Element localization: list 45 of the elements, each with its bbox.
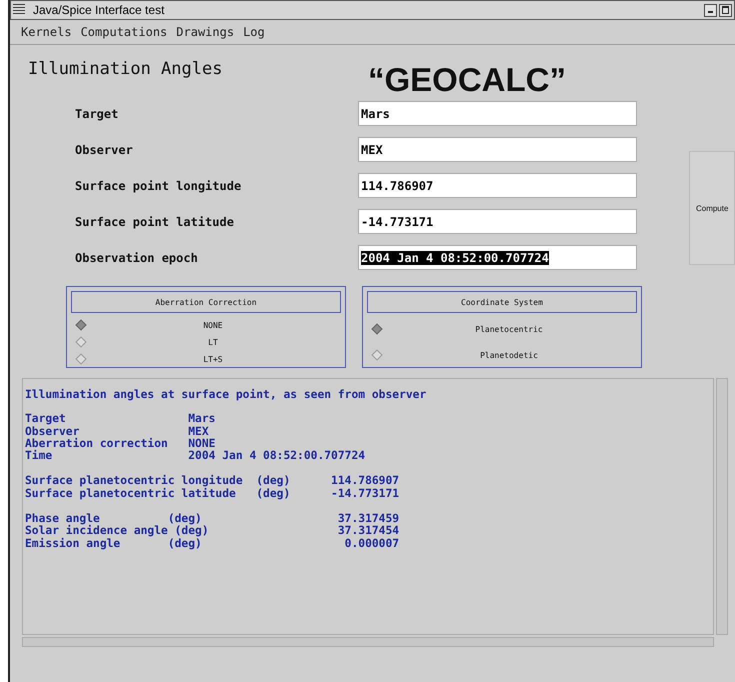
panel-heading: Illumination Angles bbox=[28, 59, 224, 79]
input-field[interactable]: MEX bbox=[358, 137, 637, 162]
vertical-scrollbar[interactable] bbox=[716, 378, 728, 635]
output-line: Observer MEX bbox=[25, 426, 210, 438]
radio-label: NONE bbox=[202, 320, 224, 330]
output-line: Emission angle (deg) 0.000007 bbox=[25, 538, 400, 550]
output-line: Illumination angles at surface point, as seen from observer bbox=[25, 389, 428, 402]
radio-label: Planetodetic bbox=[479, 350, 539, 360]
input-field[interactable]: 114.786907 bbox=[358, 173, 637, 198]
field-label: Surface point latitude bbox=[75, 214, 235, 228]
output-line: Aberration correction NONE bbox=[25, 438, 216, 450]
menu-item[interactable]: Kernels bbox=[21, 25, 72, 39]
radio-label: Planetocentric bbox=[474, 324, 544, 334]
radio-button[interactable] bbox=[371, 349, 383, 361]
radio-button[interactable] bbox=[75, 336, 87, 348]
radio-label: LT+S bbox=[202, 354, 224, 364]
radio-button[interactable] bbox=[75, 353, 87, 365]
window-menu-icon[interactable] bbox=[13, 4, 25, 16]
group-title: Coordinate System bbox=[367, 291, 637, 313]
radio-label: LT bbox=[207, 338, 219, 346]
field-label: Observer bbox=[75, 142, 134, 156]
compute-button[interactable]: Compute bbox=[689, 151, 735, 265]
output-line: Solar incidence angle (deg) 37.317454 bbox=[25, 525, 400, 538]
banner-title: “GEOCALC” bbox=[368, 61, 566, 99]
output-line: Phase angle (deg) 37.317459 bbox=[25, 513, 400, 526]
menu-item[interactable]: Log bbox=[243, 25, 265, 39]
minimize-icon[interactable] bbox=[704, 4, 717, 16]
field-label: Observation epoch bbox=[75, 250, 199, 264]
maximize-icon[interactable] bbox=[719, 4, 732, 16]
radio-button[interactable] bbox=[75, 319, 87, 331]
output-line: Target Mars bbox=[25, 413, 216, 426]
group-title: Aberration Correction bbox=[71, 291, 341, 313]
input-field[interactable]: 2004 Jan 4 08:52:00.707724 bbox=[358, 245, 637, 270]
input-field[interactable]: Mars bbox=[358, 101, 637, 126]
input-field[interactable]: -14.773171 bbox=[358, 209, 637, 234]
menu-item[interactable]: Drawings bbox=[176, 25, 234, 39]
radio-button[interactable] bbox=[371, 323, 383, 335]
field-label: Surface point longitude bbox=[75, 178, 242, 192]
output-line: Surface planetocentric latitude (deg) -14.773171 bbox=[25, 488, 400, 500]
output-line: Time 2004 Jan 4 08:52:00.707724 bbox=[25, 450, 366, 462]
menu-item[interactable]: Computations bbox=[80, 25, 168, 39]
window-title: Java/Spice Interface test bbox=[33, 3, 166, 17]
field-label: Target bbox=[75, 106, 120, 120]
output-line: Surface planetocentric longitude (deg) 114.786907 bbox=[25, 475, 400, 488]
horizontal-scrollbar[interactable] bbox=[22, 637, 714, 647]
